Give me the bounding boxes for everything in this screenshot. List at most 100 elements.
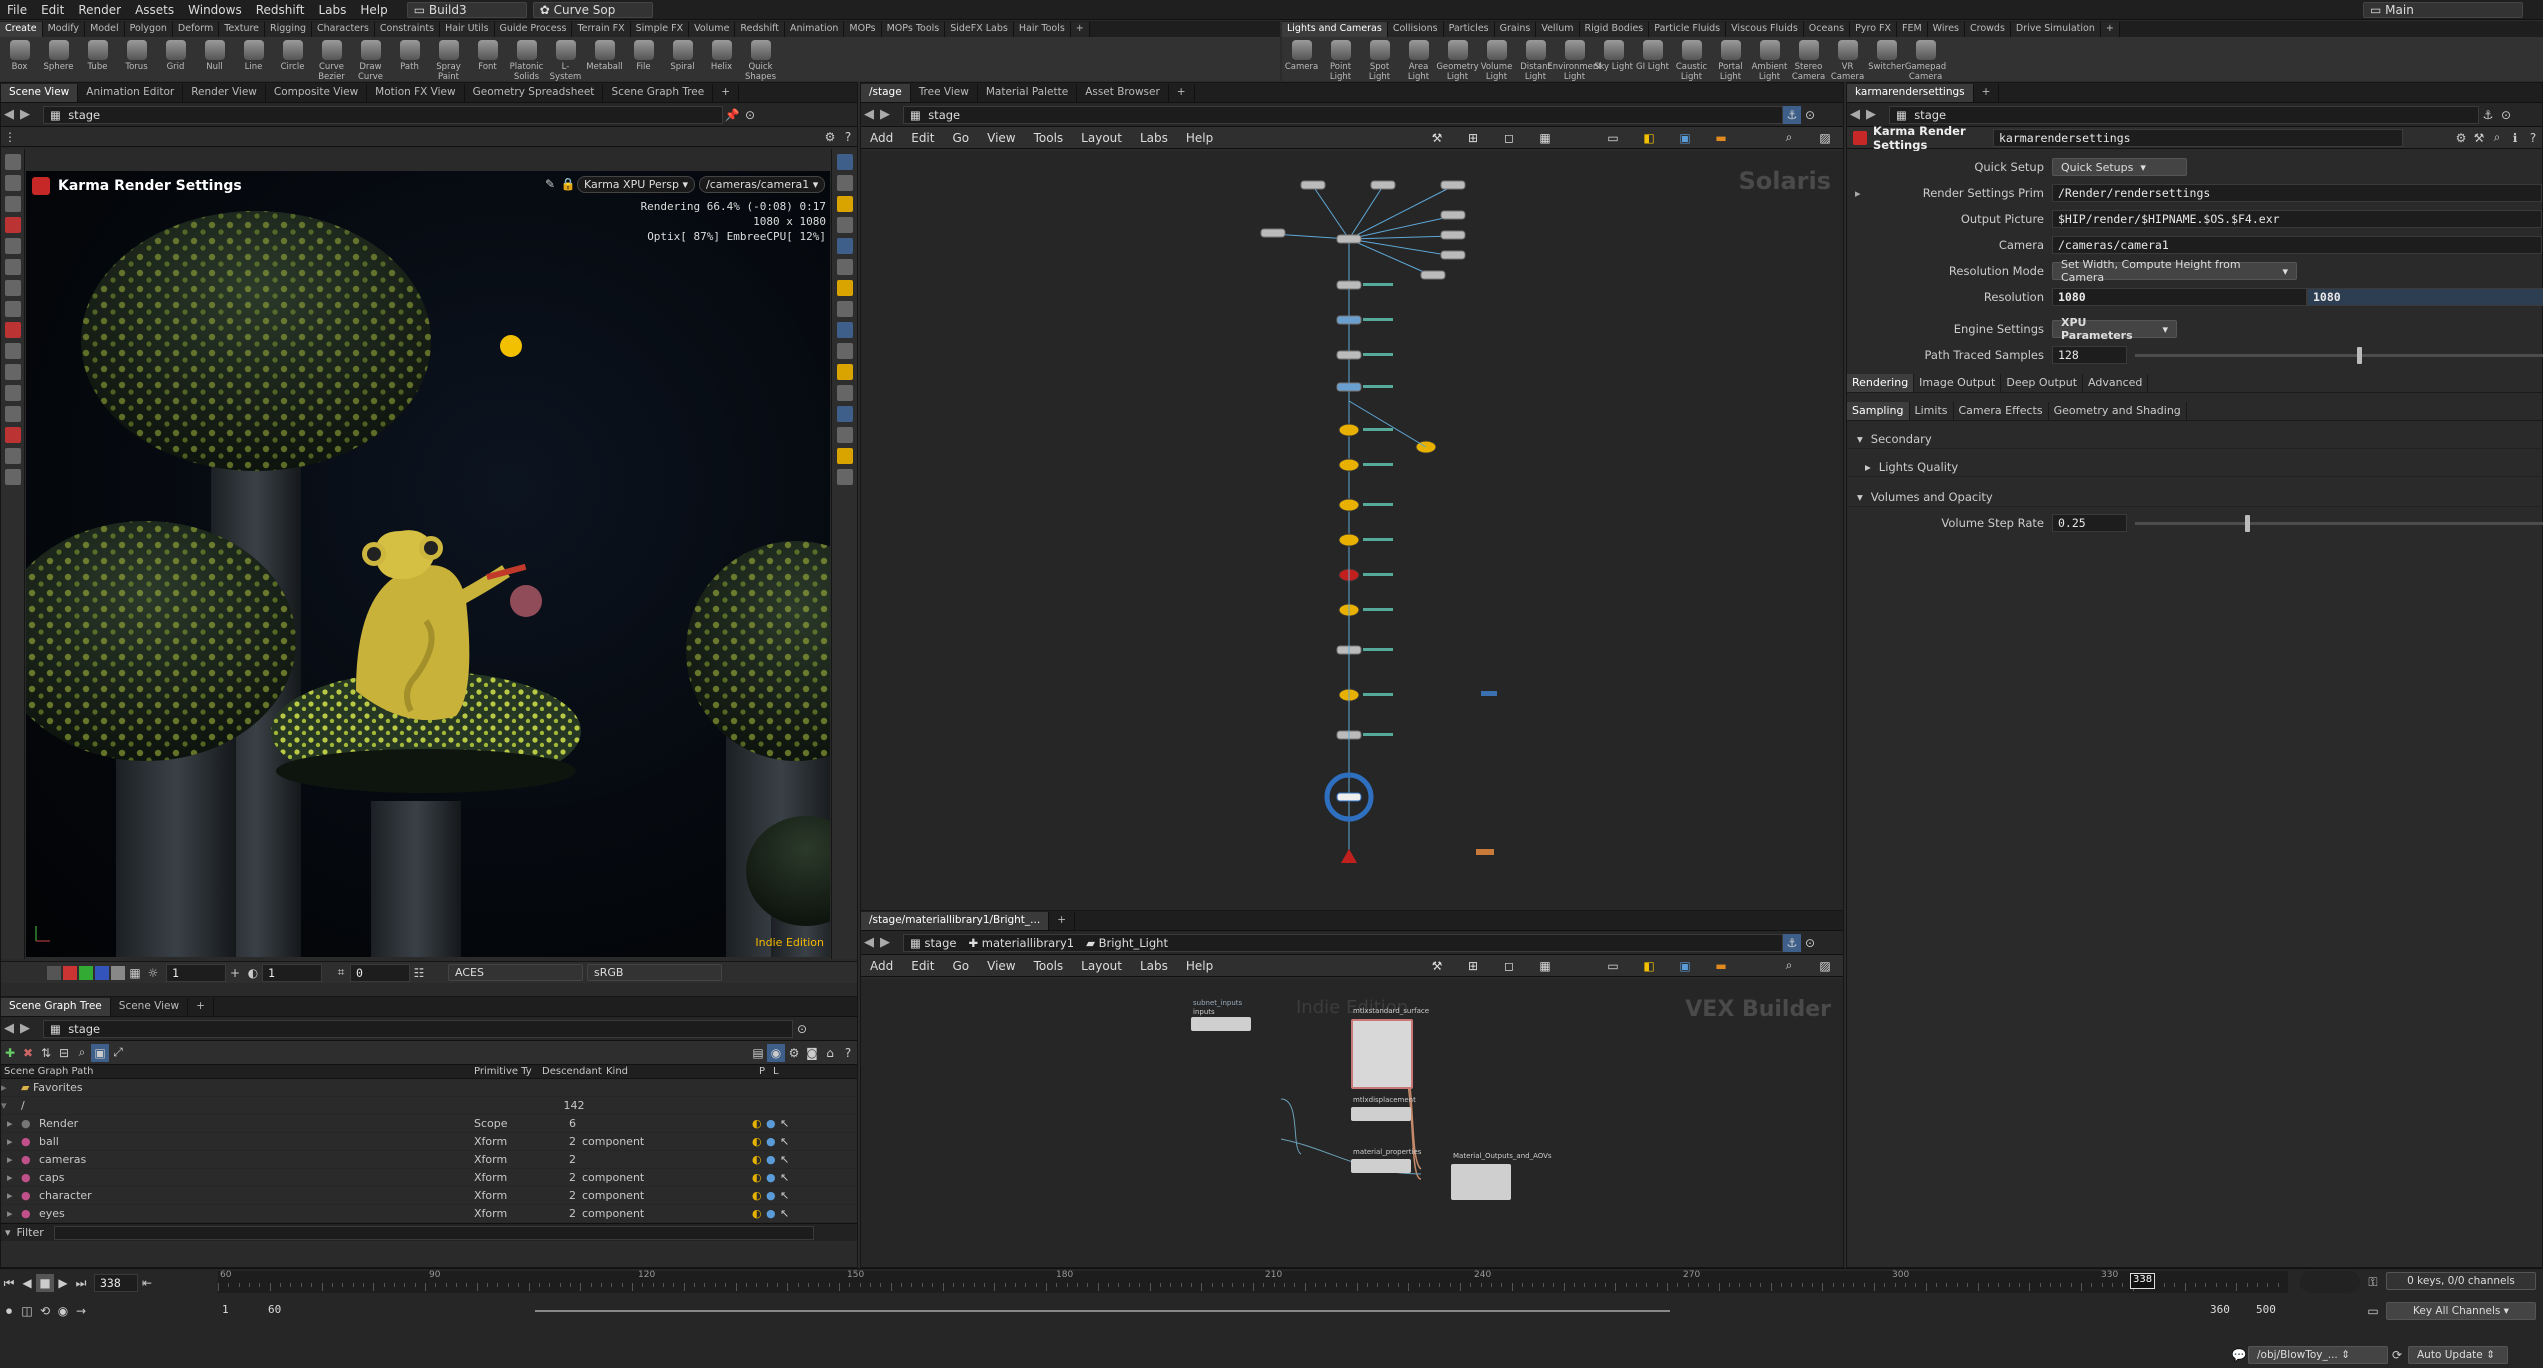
shelf-tab-characters[interactable]: Characters bbox=[312, 22, 375, 37]
tab-scene-view[interactable]: Scene View bbox=[1, 84, 79, 102]
shelf-tool-l-system[interactable]: L-System bbox=[546, 37, 585, 81]
shading-icon[interactable] bbox=[837, 217, 853, 233]
section-lights-quality[interactable]: ▸ Lights Quality bbox=[1847, 457, 2542, 477]
graph-side-wire[interactable] bbox=[1348, 400, 1427, 448]
menu-assets[interactable]: Assets bbox=[135, 3, 174, 17]
tab-add[interactable]: + bbox=[713, 84, 740, 102]
menu-windows[interactable]: Windows bbox=[188, 3, 242, 17]
graph-node-flags-4[interactable] bbox=[1363, 428, 1393, 431]
obj-path-dropdown[interactable]: /obj/BlowToy_... ⇕ bbox=[2248, 1346, 2388, 1364]
workspace-dropdown[interactable]: ▭ Main bbox=[2363, 1, 2523, 18]
net-tools-icon[interactable]: ⚒ bbox=[1428, 129, 1446, 147]
resmode-dropdown[interactable]: Set Width, Compute Height from Camera ▾ bbox=[2052, 258, 2297, 284]
exposure-icon[interactable]: ☼ bbox=[144, 964, 162, 982]
shelf-tab-add[interactable]: + bbox=[2100, 22, 2120, 37]
lock-view-icon[interactable] bbox=[837, 175, 853, 191]
menu-file[interactable]: File bbox=[7, 3, 27, 17]
subtab-sampling[interactable]: Sampling bbox=[1847, 401, 1910, 420]
shelf-tool-sphere[interactable]: Sphere bbox=[39, 37, 78, 72]
shelf-tab-fem[interactable]: FEM bbox=[1897, 22, 1928, 37]
vex-zoom-icon[interactable]: ⌕ bbox=[1780, 957, 1798, 975]
resolution-height-field[interactable]: 1080 bbox=[2307, 288, 2543, 306]
tab-deep-output[interactable]: Deep Output bbox=[2001, 373, 2084, 392]
params-info-icon[interactable]: ℹ bbox=[2506, 129, 2524, 147]
play-icon[interactable]: ▶ bbox=[54, 1274, 72, 1292]
shelf-tab-particle-fluids[interactable]: Particle Fluids bbox=[1649, 22, 1727, 37]
graph-node-chain-1[interactable] bbox=[1336, 315, 1362, 325]
shelf-tab-polygon[interactable]: Polygon bbox=[124, 22, 173, 37]
net-menu-layout[interactable]: Layout bbox=[1081, 131, 1122, 145]
tab-image-output[interactable]: Image Output bbox=[1914, 373, 2002, 392]
shelf-tab-pyro-fx[interactable]: Pyro FX bbox=[1850, 22, 1897, 37]
net-bg-icon[interactable]: ▨ bbox=[1816, 129, 1834, 147]
sg-collapse-icon[interactable]: ⊟ bbox=[55, 1044, 73, 1062]
scale-tool-icon[interactable] bbox=[5, 238, 21, 254]
safe-area-icon[interactable] bbox=[837, 427, 853, 443]
net-menu-help[interactable]: Help bbox=[1186, 131, 1213, 145]
tab-rendering[interactable]: Rendering bbox=[1847, 373, 1915, 392]
frame-step-icon[interactable]: ⇤ bbox=[138, 1274, 156, 1292]
quick-setup-dropdown[interactable]: Quick Setups ▾ bbox=[2052, 158, 2187, 176]
range-icon[interactable]: ◫ bbox=[18, 1302, 36, 1320]
shelf-tool-curve-bezier[interactable]: Curve Bezier bbox=[312, 37, 351, 81]
net-image-icon[interactable]: ▣ bbox=[1676, 129, 1694, 147]
sg-link-icon[interactable]: ⊙ bbox=[793, 1020, 811, 1038]
net-tree-icon[interactable]: ⊞ bbox=[1464, 129, 1482, 147]
sg-row-caps[interactable]: ▸ ● caps Xform 2 component ◐ ● ↖ bbox=[1, 1169, 857, 1187]
params-pin-icon[interactable]: ⚓ bbox=[2479, 106, 2497, 124]
select-tool-icon[interactable] bbox=[5, 154, 21, 170]
shelf-tool-spiral[interactable]: Spiral bbox=[663, 37, 702, 72]
pin-icon[interactable]: 📌 bbox=[723, 106, 741, 124]
sg-tab-add[interactable]: + bbox=[188, 998, 214, 1016]
crumb-material[interactable]: ▰ Bright_Light bbox=[1086, 936, 1168, 950]
engine-dropdown[interactable]: XPU Parameters ▾ bbox=[2052, 316, 2177, 342]
vex-tab[interactable]: /stage/materiallibrary1/Bright_... bbox=[861, 912, 1050, 930]
bend-tool-icon[interactable] bbox=[5, 427, 21, 443]
keys-icon[interactable]: ⚿ bbox=[2364, 1273, 2382, 1291]
graph-wire[interactable] bbox=[1312, 185, 1350, 240]
vex-node-inputs[interactable] bbox=[1191, 1017, 1251, 1031]
sg-sort-icon[interactable]: ⇅ bbox=[37, 1044, 55, 1062]
graph-node-flags-12[interactable] bbox=[1363, 733, 1393, 736]
graph-node-input-1[interactable] bbox=[1370, 180, 1396, 190]
graph-node-chain-4[interactable] bbox=[1338, 423, 1360, 437]
subtab-camera-effects[interactable]: Camera Effects bbox=[1954, 401, 2049, 420]
bg-icon[interactable] bbox=[837, 301, 853, 317]
shelf-tab-mops[interactable]: MOPs bbox=[844, 22, 882, 37]
viewer-help-icon[interactable]: ? bbox=[839, 128, 857, 146]
shelf-tab-wires[interactable]: Wires bbox=[1927, 22, 1965, 37]
sg-back-icon[interactable]: ◀ bbox=[1, 1021, 17, 1036]
shelf-tool-gi-light[interactable]: GI Light bbox=[1633, 37, 1672, 72]
shelf-tool-metaball[interactable]: Metaball bbox=[585, 37, 624, 72]
menu-redshift[interactable]: Redshift bbox=[256, 3, 305, 17]
timeline-scrub-control[interactable] bbox=[2300, 1271, 2360, 1293]
warning-icon[interactable] bbox=[1341, 849, 1357, 863]
shelf-tool-spot-light[interactable]: Spot Light bbox=[1360, 37, 1399, 81]
context-dropdown[interactable]: ✿ Curve Sop bbox=[532, 1, 653, 18]
vsr-slider[interactable] bbox=[2135, 514, 2543, 532]
pts-slider-knob[interactable] bbox=[2357, 346, 2362, 364]
shelf-tab-constraints[interactable]: Constraints bbox=[374, 22, 441, 37]
lasso-tool-icon[interactable] bbox=[5, 175, 21, 191]
graph-node-flags-9[interactable] bbox=[1363, 608, 1393, 611]
expand-icon[interactable]: ▸ bbox=[1, 1135, 21, 1148]
shelf-tool-quick-shapes[interactable]: Quick Shapes bbox=[741, 37, 780, 81]
graph-node-flags-5[interactable] bbox=[1363, 463, 1393, 466]
graph-node-note[interactable] bbox=[1476, 849, 1494, 855]
vex-link-icon[interactable]: ⊙ bbox=[1801, 934, 1819, 952]
activate-icon[interactable]: ● bbox=[766, 1189, 780, 1202]
shelf-tab-volume[interactable]: Volume bbox=[689, 22, 736, 37]
params-search-icon[interactable]: ⌕ bbox=[2488, 129, 2506, 147]
graph-node-input-0[interactable] bbox=[1300, 180, 1326, 190]
frame-offset-field[interactable]: 0 bbox=[350, 963, 410, 982]
graph-node-input-4[interactable] bbox=[1440, 210, 1466, 220]
sg-root-row[interactable]: ▾/ 142 bbox=[1, 1097, 857, 1115]
sg-row-ball[interactable]: ▸ ● ball Xform 2 component ◐ ● ↖ bbox=[1, 1133, 857, 1151]
view-tool-icon[interactable] bbox=[5, 469, 21, 485]
shelf-tool-point-light[interactable]: Point Light bbox=[1321, 37, 1360, 81]
col-descendants[interactable]: Descendant bbox=[542, 1066, 606, 1077]
shelf-tool-stereo-camera[interactable]: Stereo Camera bbox=[1789, 37, 1828, 81]
vex-tree-icon[interactable]: ⊞ bbox=[1464, 957, 1482, 975]
tab-composite-view[interactable]: Composite View bbox=[266, 84, 368, 102]
shelf-tab-oceans[interactable]: Oceans bbox=[1803, 22, 1851, 37]
